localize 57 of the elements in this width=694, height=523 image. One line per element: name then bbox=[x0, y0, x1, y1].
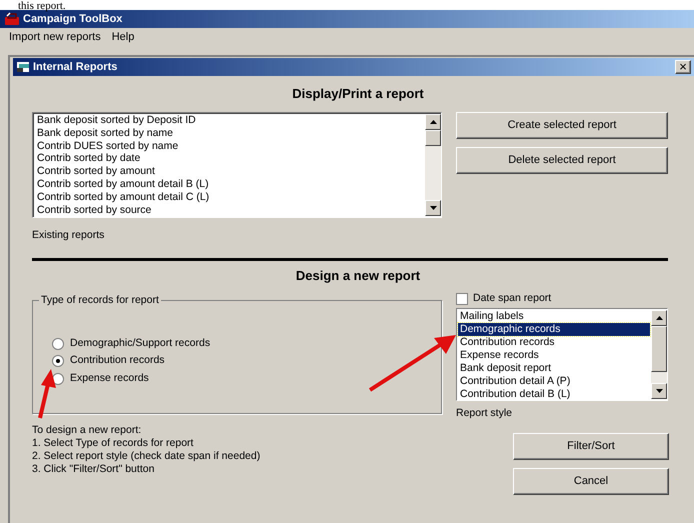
scroll-up-button[interactable] bbox=[425, 114, 441, 130]
radio-button[interactable] bbox=[52, 355, 64, 368]
report-button[interactable]: Delete selected report bbox=[456, 147, 668, 174]
pointer-arrow bbox=[38, 369, 56, 418]
radio-label[interactable]: Demographic/Support records bbox=[70, 336, 210, 352]
reports-list[interactable] bbox=[32, 112, 442, 218]
toolbox-icon bbox=[4, 12, 20, 26]
scroll-down-button[interactable] bbox=[425, 200, 441, 216]
scrollbar[interactable] bbox=[651, 310, 667, 399]
checkbox[interactable] bbox=[456, 293, 468, 305]
down-arrow-icon bbox=[430, 206, 436, 210]
scroll-thumb[interactable] bbox=[651, 326, 667, 372]
section-heading: Display/Print a report bbox=[292, 85, 424, 104]
scrollbar[interactable] bbox=[425, 114, 441, 216]
scroll-up-button[interactable] bbox=[651, 310, 667, 326]
list-item[interactable]: Demographic records bbox=[458, 323, 650, 336]
scroll-thumb[interactable] bbox=[425, 130, 441, 146]
down-arrow-icon bbox=[656, 389, 662, 393]
document-text: this report. bbox=[18, 0, 66, 12]
app-title: Campaign ToolBox bbox=[23, 12, 122, 27]
list-item[interactable]: Contribution records bbox=[458, 336, 650, 349]
list-item[interactable]: Contrib sorted by source bbox=[37, 204, 425, 216]
close-button[interactable]: × bbox=[675, 60, 691, 74]
up-arrow-icon bbox=[430, 120, 436, 124]
menu-item[interactable]: Import new reports bbox=[9, 28, 101, 46]
list-label: Existing reports bbox=[32, 228, 104, 244]
radio-label[interactable]: Expense records bbox=[70, 370, 149, 387]
radio-label[interactable]: Contribution records bbox=[70, 353, 165, 370]
instruction-text: 1. Select Type of records for report bbox=[32, 437, 194, 450]
list-item[interactable]: Contrib sorted by amount detail C (L) bbox=[37, 190, 425, 204]
list-label: Report style bbox=[456, 406, 512, 422]
checkbox-label[interactable]: Date span report bbox=[473, 291, 552, 307]
instruction-text: 3. Click "Filter/Sort" button bbox=[32, 463, 156, 476]
section-heading: Design a new report bbox=[296, 267, 420, 286]
window-icon bbox=[16, 61, 30, 73]
menu-item[interactable]: Help bbox=[112, 28, 134, 46]
instruction-text: 2. Select report style (check date span if needed) bbox=[32, 450, 262, 463]
list-item[interactable]: Expense records bbox=[458, 349, 650, 362]
report-style-list[interactable]: Mailing labels Demographic records Contribution records Expense records Bank deposit report Contribution detail A (P) Contribution detail B (L) bbox=[456, 308, 668, 401]
list-item[interactable]: Contrib sorted by date bbox=[37, 152, 425, 166]
list-item[interactable]: Mailing labels bbox=[458, 310, 650, 323]
list-item[interactable]: Bank deposit sorted by name bbox=[37, 126, 425, 140]
list-item[interactable]: Bank deposit report bbox=[458, 362, 650, 375]
dialog-button[interactable]: Cancel bbox=[513, 468, 669, 495]
list-item[interactable]: Contrib sorted by amount bbox=[37, 165, 425, 178]
up-arrow-icon bbox=[656, 316, 662, 320]
list-item[interactable]: Bank deposit sorted by Deposit ID bbox=[37, 114, 425, 127]
report-button[interactable]: Create selected report bbox=[456, 112, 668, 139]
dialog-button[interactable]: Filter/Sort bbox=[513, 433, 669, 460]
list-item[interactable]: Contrib DUES sorted by name bbox=[37, 140, 425, 152]
list-item[interactable]: Contribution detail B (L) bbox=[458, 388, 650, 401]
radio-button[interactable] bbox=[52, 338, 64, 350]
list-item[interactable]: Contrib sorted by amount detail B (L) bbox=[37, 178, 425, 191]
list-item[interactable]: Contribution detail A (P) bbox=[458, 375, 650, 388]
scroll-down-button[interactable] bbox=[651, 383, 667, 399]
window-title: Internal Reports bbox=[33, 60, 118, 75]
instruction-text: To design a new report: bbox=[32, 424, 142, 437]
